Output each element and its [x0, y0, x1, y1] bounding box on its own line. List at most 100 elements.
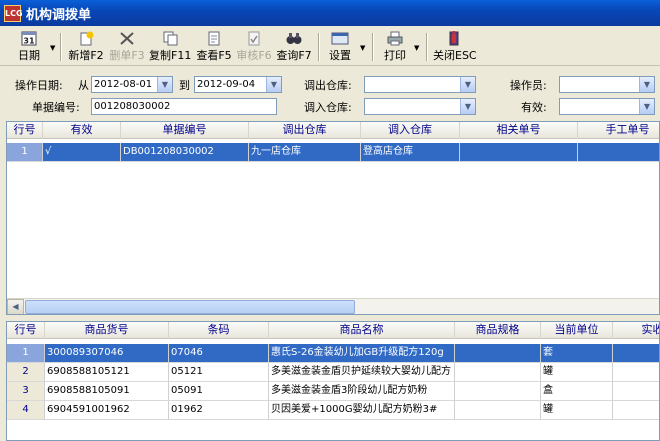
cell-barcode: 01962: [169, 401, 269, 420]
out-warehouse-select[interactable]: ▼: [364, 76, 476, 93]
cell-item-code: 300089307046: [45, 344, 169, 363]
settings-button[interactable]: 设置: [326, 31, 354, 63]
col-header-manual-no[interactable]: 手工单号: [578, 122, 659, 139]
toolbar-separator: [372, 33, 374, 61]
copy-label: 复制F11: [149, 49, 192, 62]
from-date-dropdown-icon[interactable]: ▼: [157, 77, 172, 92]
from-date-value: 2012-08-01: [94, 79, 153, 90]
filter-panel: 操作日期: 从 2012-08-01 ▼ 到 2012-09-04 ▼ 调出仓库…: [0, 69, 660, 119]
op-date-label: 操作日期:: [15, 79, 63, 92]
cell-in-warehouse: 登高店仓库: [361, 143, 460, 162]
copy-button[interactable]: 复制F11: [149, 31, 191, 63]
col-header-in-warehouse[interactable]: 调入仓库: [361, 122, 460, 139]
in-warehouse-dropdown-icon[interactable]: ▼: [460, 99, 475, 114]
document-grid[interactable]: 行号 有效 单据编号 调出仓库 调入仓库 相关单号 手工单号 1 √ DB001…: [6, 121, 660, 315]
svg-text:31: 31: [23, 37, 35, 46]
cell-item-code: 6904591001962: [45, 401, 169, 420]
audit-icon: [245, 31, 263, 46]
to-date-dropdown-icon[interactable]: ▼: [266, 77, 281, 92]
col-header-item-code[interactable]: 商品货号: [45, 322, 169, 339]
cell-item-name: 惠氏S-26金装幼儿加GB升级配方120g: [269, 344, 455, 363]
audit-label: 审核F6: [236, 49, 272, 62]
view-label: 查看F5: [196, 49, 232, 62]
table-row[interactable]: 2 6908588105121 05121 多美滋金装金盾贝护延续较大婴幼儿配方…: [7, 363, 659, 382]
cell-received: [613, 363, 659, 382]
title-bar: LCG 机构调拨单: [0, 0, 660, 26]
scroll-thumb[interactable]: [25, 300, 355, 314]
cell-item-name: 多美滋金装金盾贝护延续较大婴幼儿配方: [269, 363, 455, 382]
query-label: 查询F7: [276, 49, 312, 62]
delete-button[interactable]: 删单F3: [108, 31, 146, 63]
col-header-valid[interactable]: 有效: [43, 122, 121, 139]
audit-button[interactable]: 审核F6: [235, 31, 273, 63]
col-header-doc-no[interactable]: 单据编号: [121, 122, 249, 139]
settings-dropdown-icon[interactable]: ▼: [360, 44, 365, 52]
cell-row-no: 4: [7, 401, 45, 420]
from-date-field[interactable]: 2012-08-01 ▼: [91, 76, 173, 93]
to-date-value: 2012-09-04: [197, 79, 256, 90]
cell-row-no: 1: [7, 344, 45, 363]
valid-label: 有效:: [521, 101, 547, 114]
from-label: 从: [78, 79, 89, 92]
window-title: 机构调拨单: [26, 7, 92, 23]
cell-received: [613, 344, 659, 363]
print-button[interactable]: 打印: [381, 31, 409, 63]
col-header-item-name[interactable]: 商品名称: [269, 322, 455, 339]
delete-label: 删单F3: [109, 49, 145, 62]
col-header-spec[interactable]: 商品规格: [455, 322, 541, 339]
valid-dropdown-icon[interactable]: ▼: [639, 99, 654, 114]
cell-row-no: 2: [7, 363, 45, 382]
date-dropdown-icon[interactable]: ▼: [50, 44, 55, 52]
cell-received: [613, 401, 659, 420]
printer-icon: [386, 31, 404, 46]
settings-icon: [331, 31, 349, 46]
table-row[interactable]: 1 √ DB001208030002 九一店仓库 登高店仓库: [7, 143, 659, 162]
col-header-row-no[interactable]: 行号: [7, 122, 43, 139]
date-button[interactable]: 31 日期: [12, 31, 46, 63]
cell-barcode: 05121: [169, 363, 269, 382]
binoculars-icon: [285, 31, 303, 46]
doc-no-field[interactable]: 001208030002: [91, 98, 277, 115]
table-row[interactable]: 4 6904591001962 01962 贝因美爱+1000G婴幼儿配方奶粉3…: [7, 401, 659, 420]
cell-item-code: 6908588105091: [45, 382, 169, 401]
close-label: 关闭ESC: [433, 49, 477, 62]
col-header-unit[interactable]: 当前单位: [541, 322, 613, 339]
item-grid-header: 行号 商品货号 条码 商品名称 商品规格 当前单位 实收: [7, 322, 660, 339]
print-label: 打印: [384, 49, 406, 62]
horizontal-scrollbar[interactable]: ◀: [7, 298, 659, 314]
col-header-row-no[interactable]: 行号: [7, 322, 45, 339]
out-warehouse-dropdown-icon[interactable]: ▼: [460, 77, 475, 92]
valid-select[interactable]: ▼: [559, 98, 655, 115]
col-header-barcode[interactable]: 条码: [169, 322, 269, 339]
add-label: 新增F2: [68, 49, 104, 62]
add-button[interactable]: 新增F2: [66, 31, 106, 63]
in-warehouse-select[interactable]: ▼: [364, 98, 476, 115]
doc-no-value: 001208030002: [94, 101, 171, 112]
item-grid[interactable]: 行号 商品货号 条码 商品名称 商品规格 当前单位 实收 1 300089307…: [6, 321, 660, 441]
col-header-received[interactable]: 实收: [613, 322, 660, 339]
cell-row-no: 1: [7, 143, 43, 162]
view-button[interactable]: 查看F5: [195, 31, 233, 63]
cell-spec: [455, 344, 541, 363]
cell-spec: [455, 382, 541, 401]
in-warehouse-label: 调入仓库:: [304, 101, 352, 114]
toolbar-separator: [318, 33, 320, 61]
col-header-related-no[interactable]: 相关单号: [460, 122, 578, 139]
table-row[interactable]: 1 300089307046 07046 惠氏S-26金装幼儿加GB升级配方12…: [7, 344, 659, 363]
col-header-out-warehouse[interactable]: 调出仓库: [249, 122, 361, 139]
to-date-field[interactable]: 2012-09-04 ▼: [194, 76, 282, 93]
calendar-icon: 31: [20, 31, 38, 46]
operator-dropdown-icon[interactable]: ▼: [639, 77, 654, 92]
toolbar: 31 日期 ▼ 新增F2 删单F3 复制F11 查看F5 审核F6 查询F7 设…: [0, 28, 660, 66]
scroll-left-icon[interactable]: ◀: [7, 299, 24, 314]
query-button[interactable]: 查询F7: [275, 31, 313, 63]
print-dropdown-icon[interactable]: ▼: [414, 44, 419, 52]
cell-manual-no: [578, 143, 659, 162]
table-row[interactable]: 3 6908588105091 05091 多美滋金装金盾3阶段幼儿配方奶粉 盒: [7, 382, 659, 401]
operator-select[interactable]: ▼: [559, 76, 655, 93]
close-button[interactable]: 关闭ESC: [433, 30, 477, 63]
cell-unit: 套: [541, 344, 613, 363]
cell-spec: [455, 363, 541, 382]
cell-related-no: [460, 143, 578, 162]
cell-row-no: 3: [7, 382, 45, 401]
